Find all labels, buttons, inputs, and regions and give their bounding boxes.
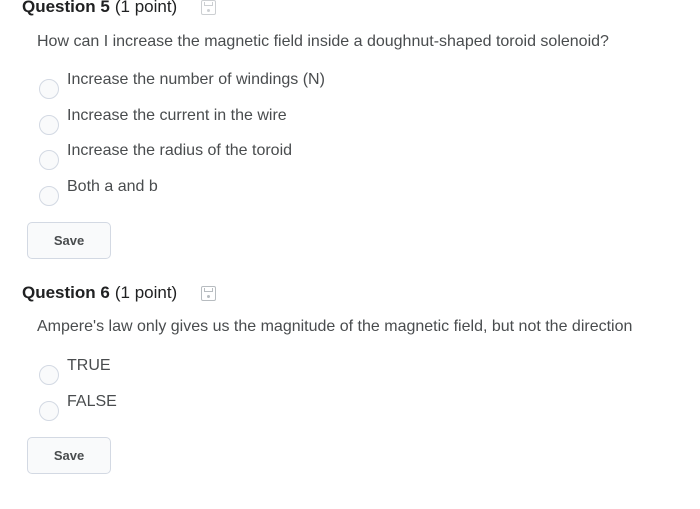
- question-title: Question 6: [22, 283, 110, 302]
- save-button-q6[interactable]: Save: [27, 437, 111, 474]
- option-label[interactable]: Increase the number of windings (N): [67, 71, 325, 89]
- option-current[interactable]: Increase the current in the wire: [39, 107, 287, 135]
- option-radius[interactable]: Increase the radius of the toroid: [39, 142, 292, 170]
- option-both[interactable]: Both a and b: [39, 178, 158, 206]
- radio-button[interactable]: [39, 79, 59, 99]
- option-label[interactable]: FALSE: [67, 393, 117, 411]
- radio-button[interactable]: [39, 365, 59, 385]
- option-label[interactable]: Both a and b: [67, 178, 158, 196]
- option-label[interactable]: Increase the radius of the toroid: [67, 142, 292, 160]
- option-true[interactable]: TRUE: [39, 357, 111, 385]
- option-label[interactable]: TRUE: [67, 357, 111, 375]
- radio-button[interactable]: [39, 401, 59, 421]
- question-points: (1 point): [114, 283, 178, 302]
- question-5-header: Question 5 (1 point): [22, 0, 217, 17]
- option-windings[interactable]: Increase the number of windings (N): [39, 71, 325, 99]
- question-title: Question 5: [22, 0, 110, 16]
- option-label[interactable]: Increase the current in the wire: [67, 107, 287, 125]
- option-false[interactable]: FALSE: [39, 393, 117, 421]
- question-6-text: Ampere's law only gives us the magnitude…: [37, 318, 633, 335]
- radio-button[interactable]: [39, 186, 59, 206]
- save-button-q5[interactable]: Save: [27, 222, 111, 259]
- radio-button[interactable]: [39, 150, 59, 170]
- save-icon[interactable]: [201, 285, 217, 301]
- quiz-page: Question 5 (1 point) How can I increase …: [0, 0, 700, 509]
- question-6-header: Question 6 (1 point): [22, 283, 217, 303]
- radio-button[interactable]: [39, 115, 59, 135]
- question-5-text: How can I increase the magnetic field in…: [37, 33, 609, 50]
- question-points: (1 point): [114, 0, 178, 16]
- save-icon[interactable]: [201, 0, 217, 15]
